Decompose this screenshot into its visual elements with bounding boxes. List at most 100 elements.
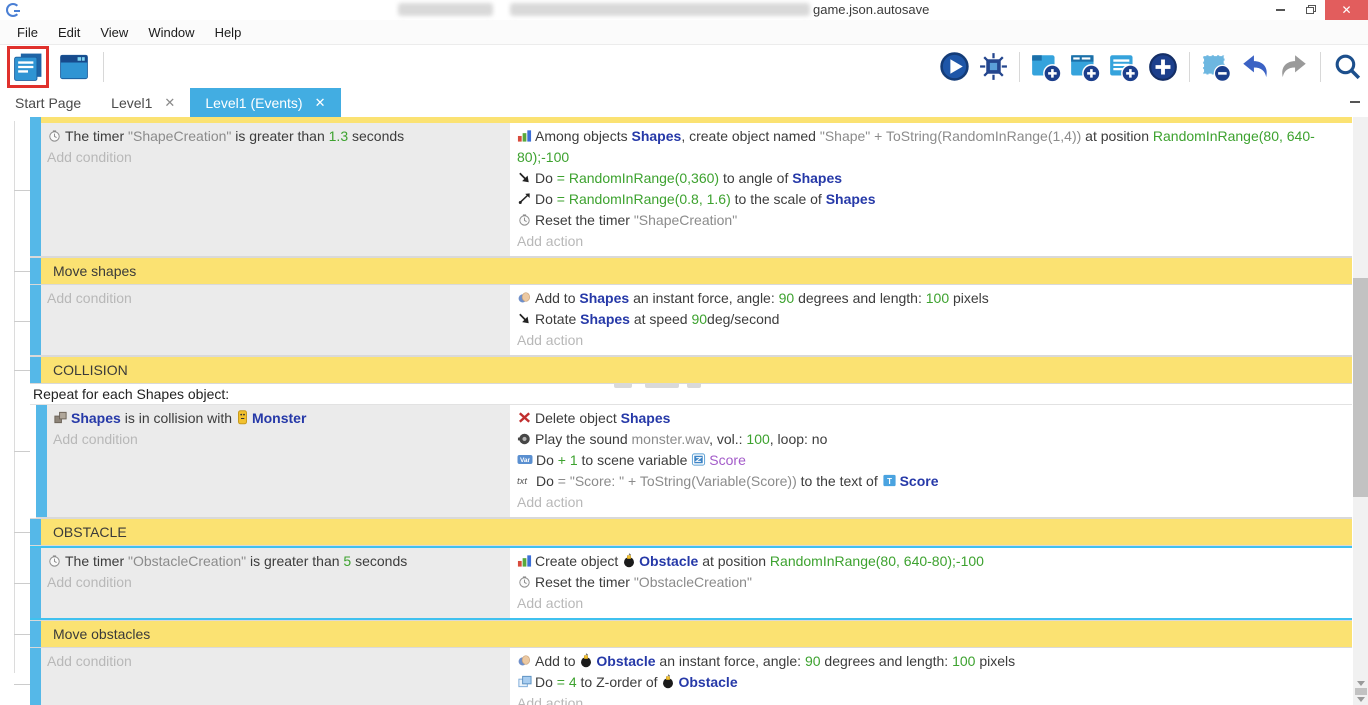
- comment-header[interactable]: COLLISION: [30, 356, 1352, 384]
- add-subevent-icon[interactable]: [1068, 50, 1102, 84]
- action-line[interactable]: Do = RandomInRange(0,360) to angle of Sh…: [517, 168, 1346, 189]
- event-handle-bar[interactable]: [30, 621, 41, 647]
- action-line[interactable]: Add to Obstacle an instant force, angle:…: [517, 651, 1346, 672]
- zorder-icon: [517, 674, 535, 690]
- comment-label: OBSTACLE: [41, 519, 1352, 545]
- comment-header[interactable]: Move shapes: [30, 257, 1352, 285]
- condition-line[interactable]: The timer "ObstacleCreation" is greater …: [47, 551, 504, 572]
- remove-event-icon[interactable]: [1199, 50, 1233, 84]
- search-icon[interactable]: [1330, 50, 1364, 84]
- comment-header[interactable]: Move obstacles: [30, 620, 1352, 648]
- event-row: The timer "ShapeCreation" is greater tha…: [30, 123, 1352, 257]
- text-segment: Do: [536, 473, 558, 489]
- tab-level1[interactable]: Level1 ✕: [96, 88, 190, 117]
- condition-line[interactable]: The timer "ShapeCreation" is greater tha…: [47, 126, 504, 147]
- scroll-down-icon[interactable]: [1357, 697, 1365, 702]
- text-segment: degrees and length:: [794, 290, 926, 306]
- event-handle-bar[interactable]: [30, 548, 41, 618]
- text-object-icon: T: [882, 473, 900, 489]
- text-segment: Shapes: [579, 290, 629, 306]
- event-handle-bar[interactable]: [30, 357, 41, 383]
- comment-header[interactable]: OBSTACLE: [30, 518, 1352, 546]
- event-block: The timer "ObstacleCreation" is greater …: [30, 546, 1352, 620]
- text-segment: Obstacle: [678, 674, 737, 690]
- menu-file[interactable]: File: [8, 22, 47, 43]
- add-condition-button[interactable]: Add condition: [47, 147, 504, 168]
- action-line[interactable]: Do = 4 to Z-order of Obstacle: [517, 672, 1346, 693]
- add-action-button[interactable]: Add action: [517, 593, 1346, 614]
- menu-window[interactable]: Window: [139, 22, 203, 43]
- shapes-object-icon: [53, 410, 71, 426]
- event-handle-bar[interactable]: [36, 405, 47, 517]
- event-handle-bar[interactable]: [30, 519, 41, 545]
- scene-editor-icon[interactable]: [57, 50, 91, 84]
- add-action-button[interactable]: Add action: [517, 693, 1346, 705]
- action-line[interactable]: Among objects Shapes, create object name…: [517, 126, 1346, 168]
- add-condition-button[interactable]: Add condition: [47, 288, 504, 309]
- add-action-button[interactable]: Add action: [517, 231, 1346, 252]
- text-segment: RandomInRange(80, 640-80);-100: [770, 553, 984, 569]
- obstacle-object-icon: [579, 653, 596, 669]
- svg-text:txt: txt: [517, 476, 527, 487]
- action-line[interactable]: Rotate Shapes at speed 90deg/second: [517, 309, 1346, 330]
- text-segment: Shapes: [792, 170, 842, 186]
- force-icon: [517, 653, 535, 669]
- run-icon[interactable]: [937, 50, 971, 84]
- timer-icon: [47, 553, 65, 569]
- action-line[interactable]: Delete object Shapes: [517, 408, 1346, 429]
- action-line[interactable]: txtDo = "Score: " + ToString(Variable(Sc…: [517, 471, 1346, 492]
- minimize-button[interactable]: [1265, 0, 1295, 20]
- tab-level1-events[interactable]: Level1 (Events) ✕: [190, 88, 340, 117]
- actions-column: Create object Obstacle at position Rando…: [510, 548, 1352, 618]
- event-block: Move obstacles: [30, 620, 1352, 648]
- action-line[interactable]: Reset the timer "ObstacleCreation": [517, 572, 1346, 593]
- obstacle-object-icon: [622, 553, 639, 569]
- vertical-scrollbar[interactable]: [1353, 117, 1368, 705]
- scrollbar-bottom-controls[interactable]: [1354, 681, 1367, 702]
- tab-close-icon[interactable]: ✕: [315, 95, 326, 111]
- tab-start-page[interactable]: Start Page: [0, 88, 96, 117]
- event-handle-bar[interactable]: [30, 285, 41, 355]
- actions-column: Among objects Shapes, create object name…: [510, 123, 1352, 256]
- close-button[interactable]: ✕: [1325, 0, 1368, 20]
- mini-scroll-thumb[interactable]: [1355, 688, 1367, 695]
- add-condition-button[interactable]: Add condition: [47, 572, 504, 593]
- restore-button[interactable]: [1295, 0, 1325, 20]
- event-handle-bar[interactable]: [30, 123, 41, 256]
- event-block: OBSTACLE: [30, 518, 1352, 546]
- add-condition-button[interactable]: Add condition: [47, 651, 504, 672]
- action-line[interactable]: Play the sound monster.wav, vol.: 100, l…: [517, 429, 1346, 450]
- action-line[interactable]: Create object Obstacle at position Rando…: [517, 551, 1346, 572]
- comment-label: COLLISION: [41, 357, 1352, 383]
- add-action-button[interactable]: Add action: [517, 492, 1346, 513]
- add-condition-button[interactable]: Add condition: [53, 429, 504, 450]
- scroll-down-icon[interactable]: [1357, 681, 1365, 686]
- action-line[interactable]: Reset the timer "ShapeCreation": [517, 210, 1346, 231]
- action-line[interactable]: Do = RandomInRange(0.8, 1.6) to the scal…: [517, 189, 1346, 210]
- add-action-button[interactable]: Add action: [517, 330, 1346, 351]
- menu-edit[interactable]: Edit: [49, 22, 89, 43]
- action-line[interactable]: VarDo + 1 to scene variable Score: [517, 450, 1346, 471]
- redo-icon[interactable]: [1277, 50, 1311, 84]
- menu-help[interactable]: Help: [206, 22, 251, 43]
- tab-close-icon[interactable]: ✕: [164, 95, 175, 111]
- event-block: Repeat for each Shapes object:Shapes is …: [30, 384, 1352, 518]
- event-block: The timer "ShapeCreation" is greater tha…: [30, 123, 1352, 257]
- text-segment: to scene variable: [578, 452, 692, 468]
- events-editor-icon[interactable]: [11, 50, 45, 84]
- event-handle-bar[interactable]: [30, 258, 41, 284]
- event-handle-bar[interactable]: [30, 648, 41, 705]
- scrollbar-thumb[interactable]: [1353, 278, 1368, 497]
- add-comment-icon[interactable]: [1107, 50, 1141, 84]
- add-plus-icon[interactable]: [1146, 50, 1180, 84]
- menu-view[interactable]: View: [91, 22, 137, 43]
- main-toolbar: [0, 45, 1368, 88]
- undo-icon[interactable]: [1238, 50, 1272, 84]
- event-row: The timer "ObstacleCreation" is greater …: [30, 546, 1352, 620]
- add-event-icon[interactable]: [1029, 50, 1063, 84]
- editor-tab-bar: Start Page Level1 ✕ Level1 (Events) ✕: [0, 88, 1368, 117]
- debug-icon[interactable]: [976, 50, 1010, 84]
- action-line[interactable]: Add to Shapes an instant force, angle: 9…: [517, 288, 1346, 309]
- red-annotation-box: [7, 46, 49, 88]
- condition-line[interactable]: Shapes is in collision with Monster: [53, 408, 504, 429]
